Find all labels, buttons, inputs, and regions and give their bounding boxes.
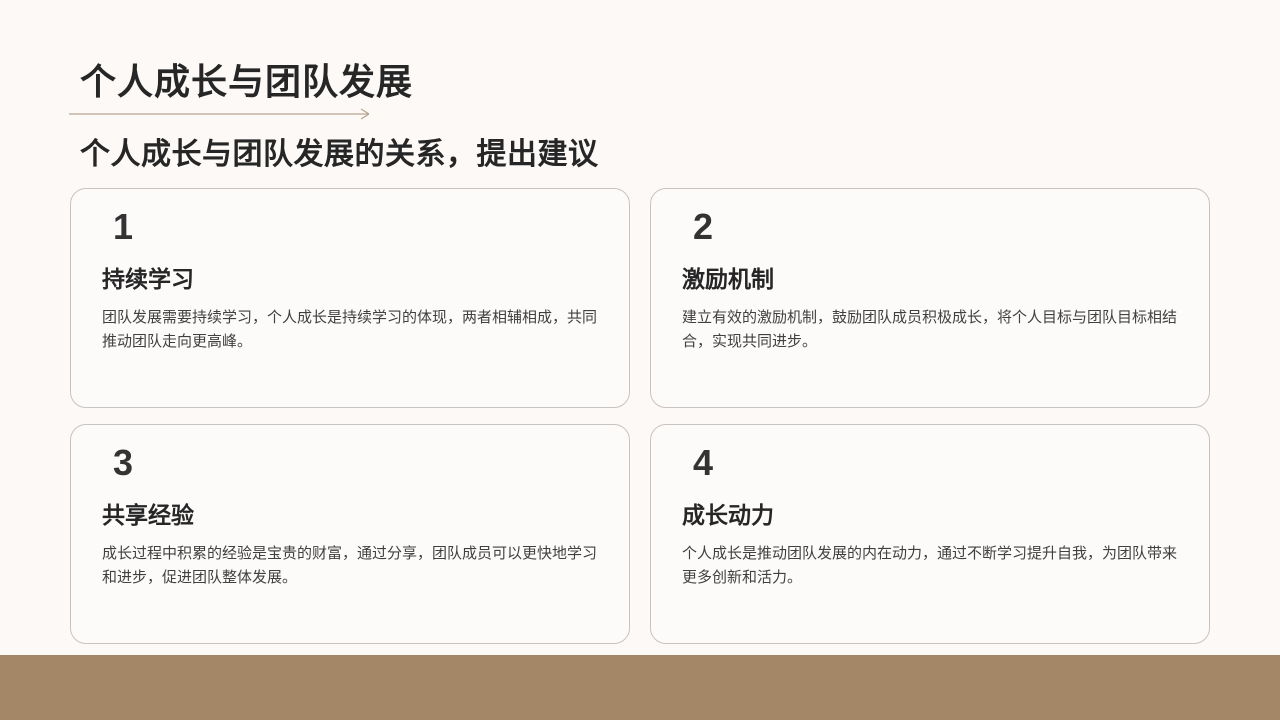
card-number: 3 bbox=[113, 442, 134, 483]
slide-title: 个人成长与团队发展 bbox=[80, 62, 414, 103]
card-text: 建立有效的激励机制，鼓励团队成员积极成长，将个人目标与团队目标相结合，实现共同进… bbox=[682, 308, 1178, 350]
card-incentive-mechanism: 2 激励机制 建立有效的激励机制，鼓励团队成员积极成长，将个人目标与团队目标相结… bbox=[650, 188, 1210, 408]
card-heading: 共享经验 bbox=[102, 503, 194, 529]
slide-subtitle: 个人成长与团队发展的关系，提出建议 bbox=[80, 137, 599, 172]
card-growth-motivation: 4 成长动力 个人成长是推动团队发展的内在动力，通过不断学习提升自我，为团队带来… bbox=[650, 424, 1210, 644]
card-heading: 持续学习 bbox=[102, 267, 194, 293]
card-sharing-experience: 3 共享经验 成长过程中积累的经验是宝贵的财富，通过分享，团队成员可以更快地学习… bbox=[70, 424, 630, 644]
card-text: 团队发展需要持续学习，个人成长是持续学习的体现，两者相辅相成，共同推动团队走向更… bbox=[102, 308, 598, 350]
title-underline-arrow bbox=[69, 108, 369, 120]
card-number: 2 bbox=[693, 206, 714, 247]
footer-accent-band bbox=[0, 655, 1280, 720]
card-number: 4 bbox=[693, 442, 714, 483]
card-heading: 成长动力 bbox=[682, 503, 774, 529]
card-text: 成长过程中积累的经验是宝贵的财富，通过分享，团队成员可以更快地学习和进步，促进团… bbox=[102, 544, 598, 586]
slide: 个人成长与团队发展 个人成长与团队发展的关系，提出建议 1 持续学习 团队发展需… bbox=[0, 0, 1280, 720]
card-heading: 激励机制 bbox=[682, 267, 774, 293]
card-continuous-learning: 1 持续学习 团队发展需要持续学习，个人成长是持续学习的体现，两者相辅相成，共同… bbox=[70, 188, 630, 408]
card-number: 1 bbox=[113, 206, 134, 247]
card-text: 个人成长是推动团队发展的内在动力，通过不断学习提升自我，为团队带来更多创新和活力… bbox=[682, 544, 1178, 586]
